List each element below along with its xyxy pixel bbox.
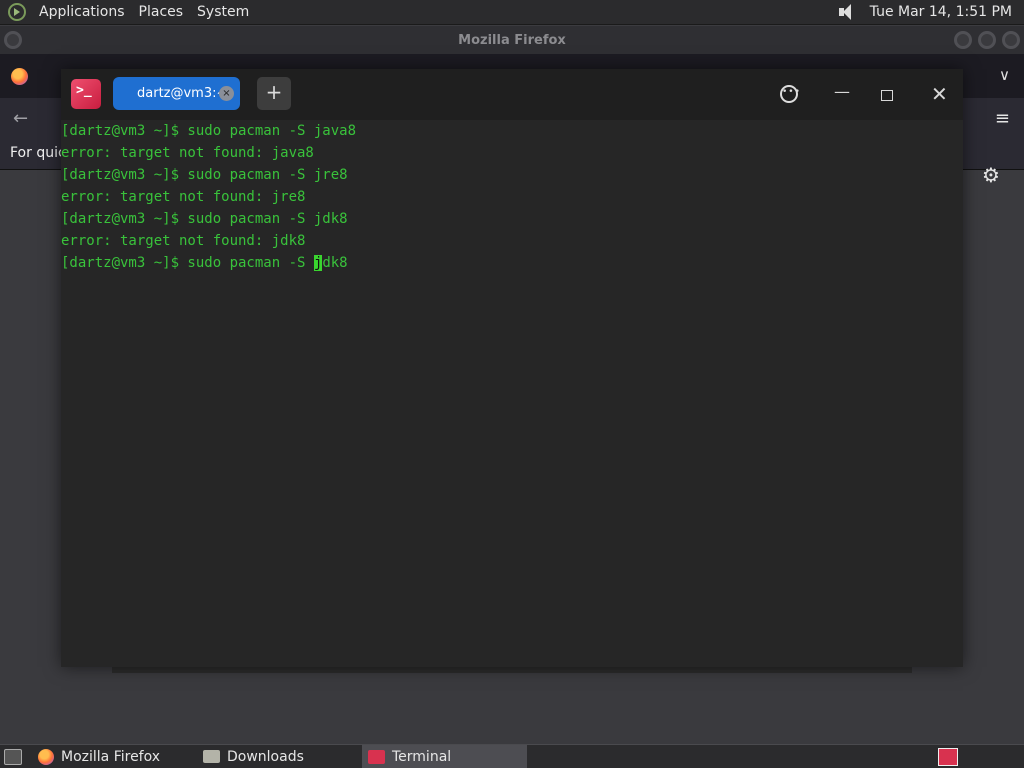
places-menu[interactable]: Places [132, 4, 191, 20]
bottom-panel: Mozilla Firefox Downloads Terminal [0, 744, 1024, 768]
firefox-icon [38, 748, 54, 765]
terminal-tab[interactable]: dartz@vm3:~ × [113, 77, 240, 110]
terminal-window: >_ dartz@vm3:~ × + ••• — ✕ [dartz@vm3 ~]… [61, 69, 963, 667]
folder-icon [203, 750, 220, 763]
minimize-icon[interactable] [954, 31, 972, 49]
list-all-tabs-icon[interactable]: ∨ [999, 66, 1010, 84]
close-icon[interactable] [1002, 31, 1020, 49]
gear-icon[interactable]: ⚙ [982, 163, 1000, 187]
terminal-output[interactable]: [dartz@vm3 ~]$ sudo pacman -S java8 erro… [61, 120, 963, 274]
terminal-line: [dartz@vm3 ~]$ sudo pacman -S jdk8 [61, 211, 348, 227]
close-button[interactable]: ✕ [931, 82, 948, 106]
window-menu-icon[interactable] [4, 31, 22, 49]
taskbar-item-firefox[interactable]: Mozilla Firefox [32, 745, 197, 768]
prompt-text: [dartz@vm3 ~]$ sudo pacman -S [61, 255, 314, 271]
terminal-header: >_ dartz@vm3:~ × + ••• — ✕ [61, 69, 963, 120]
firefox-title: Mozilla Firefox [458, 32, 566, 48]
minimize-button[interactable]: — [834, 82, 850, 101]
terminal-line: [dartz@vm3 ~]$ sudo pacman -S jre8 [61, 167, 348, 183]
prompt-text-after-cursor: dk8 [322, 255, 348, 271]
tab-close-icon[interactable]: × [219, 86, 234, 101]
terminal-line: error: target not found: jdk8 [61, 233, 306, 249]
firefox-view-icon[interactable] [11, 68, 28, 85]
taskbar-item-label: Downloads [227, 748, 304, 765]
volume-icon[interactable] [838, 3, 856, 21]
terminal-tab-title: dartz@vm3:~ [137, 86, 228, 101]
taskbar-item-label: Terminal [392, 748, 452, 765]
terminal-icon [368, 749, 385, 764]
new-tab-button[interactable]: + [257, 77, 291, 110]
bookmarks-hint-text: For quic [10, 145, 66, 161]
terminal-shadow [112, 667, 912, 673]
terminal-line: [dartz@vm3 ~]$ sudo pacman -S java8 [61, 123, 357, 139]
more-options-icon[interactable]: ••• [780, 85, 800, 103]
back-icon[interactable]: ← [13, 108, 28, 129]
top-panel: Applications Places System Tue Mar 14, 1… [0, 0, 1024, 25]
tray-terminal-icon[interactable] [938, 747, 958, 766]
maximize-button[interactable] [881, 90, 893, 101]
terminal-app-icon: >_ [71, 79, 101, 109]
menu-logo-icon[interactable] [8, 3, 26, 21]
clock[interactable]: Tue Mar 14, 1:51 PM [870, 4, 1012, 20]
show-desktop-icon[interactable] [4, 748, 22, 765]
applications-menu[interactable]: Applications [32, 4, 132, 20]
terminal-line: error: target not found: jre8 [61, 189, 306, 205]
firefox-titlebar: Mozilla Firefox [0, 26, 1024, 54]
terminal-current-line[interactable]: [dartz@vm3 ~]$ sudo pacman -S jdk8 [61, 252, 963, 274]
maximize-icon[interactable] [978, 31, 996, 49]
system-menu[interactable]: System [190, 4, 256, 20]
taskbar-item-label: Mozilla Firefox [61, 748, 161, 765]
taskbar-item-downloads[interactable]: Downloads [197, 745, 362, 768]
hamburger-menu-icon[interactable]: ≡ [995, 108, 1010, 129]
taskbar-item-terminal[interactable]: Terminal [362, 744, 527, 768]
terminal-line: error: target not found: java8 [61, 145, 314, 161]
